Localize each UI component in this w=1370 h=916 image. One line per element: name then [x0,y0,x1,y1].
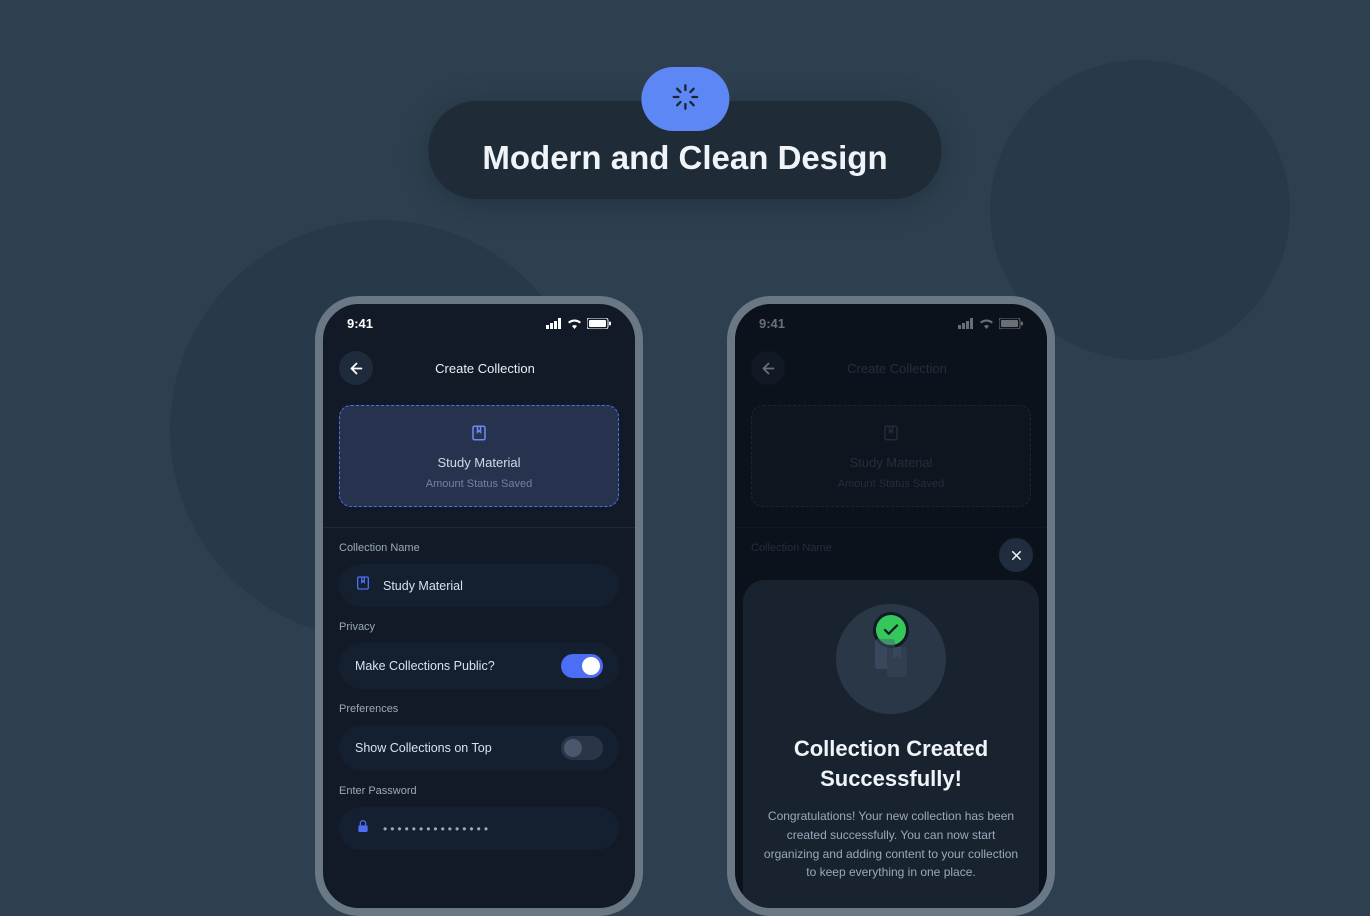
collection-name-input[interactable]: Study Material [339,564,619,607]
collection-preview-card[interactable]: Study Material Amount Status Saved [339,405,619,507]
password-section: Enter Password ••••••••••••••• [323,771,635,850]
preview-subtitle: Amount Status Saved [426,478,532,490]
success-title: Collection Created Successfully! [763,734,1019,793]
collection-name-section: Collection Name Study Material [323,528,635,607]
arrow-left-icon [348,360,365,377]
password-value: ••••••••••••••• [383,822,491,836]
wifi-icon [567,318,582,329]
close-button[interactable] [999,538,1033,572]
privacy-section: Privacy Make Collections Public? [323,607,635,689]
password-label: Enter Password [339,785,619,797]
preferences-label: Preferences [339,703,619,715]
preferences-row-text: Show Collections on Top [355,741,549,755]
preferences-toggle[interactable] [561,736,603,760]
password-input[interactable]: ••••••••••••••• [339,807,619,850]
success-illustration [836,604,946,714]
privacy-toggle[interactable] [561,654,603,678]
loading-icon [671,83,699,116]
back-button[interactable] [339,351,373,385]
bookmark-icon [355,575,371,596]
phone-mockup-success: 9:41 Create Collection Study Material Am… [727,296,1055,916]
app-header: Create Collection [323,337,635,397]
banner: Modern and Clean Design [428,67,941,199]
status-icons [546,318,611,329]
bookmark-group-icon [867,633,915,686]
preview-title: Study Material [437,455,520,470]
collection-name-value: Study Material [383,579,603,593]
privacy-row-text: Make Collections Public? [355,659,549,673]
bookmark-icon [470,424,488,447]
success-body: Congratulations! Your new collection has… [763,807,1019,881]
banner-title: Modern and Clean Design [482,139,887,177]
banner-badge [641,67,729,131]
preferences-toggle-row: Show Collections on Top [339,725,619,771]
success-sheet: Collection Created Successfully! Congrat… [743,580,1039,908]
phone-mockup-create: 9:41 Create Collection Study Material Am… [315,296,643,916]
privacy-label: Privacy [339,621,619,633]
status-time: 9:41 [347,316,373,331]
signal-icon [546,318,562,329]
lock-icon [355,818,371,839]
collection-name-label: Collection Name [339,542,619,554]
privacy-toggle-row: Make Collections Public? [339,643,619,689]
preferences-section: Preferences Show Collections on Top [323,689,635,771]
close-icon [1009,548,1024,563]
battery-icon [587,318,611,329]
page-title: Create Collection [385,361,585,376]
status-bar: 9:41 [323,304,635,337]
